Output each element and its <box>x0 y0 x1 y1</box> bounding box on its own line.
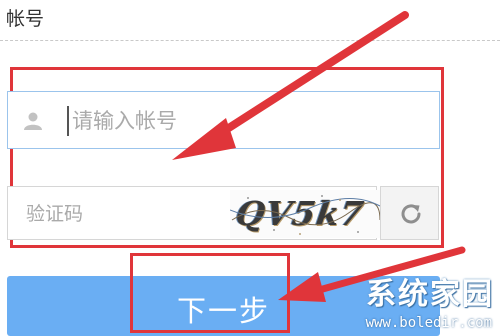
text-cursor <box>67 106 69 136</box>
captcha-field[interactable]: QV5k7 <box>7 186 380 241</box>
page-title: 帐号 <box>6 8 45 30</box>
account-field[interactable] <box>7 91 440 150</box>
refresh-icon <box>401 204 421 224</box>
refresh-captcha-button[interactable] <box>380 186 439 240</box>
captcha-input[interactable] <box>24 187 228 241</box>
user-icon <box>24 112 42 130</box>
header-divider <box>0 40 500 41</box>
captcha-image[interactable]: QV5k7 <box>230 190 380 238</box>
annotation-box-next-button <box>130 253 290 333</box>
captcha-image-text: QV5k7 <box>233 194 367 233</box>
account-input[interactable] <box>70 92 434 150</box>
